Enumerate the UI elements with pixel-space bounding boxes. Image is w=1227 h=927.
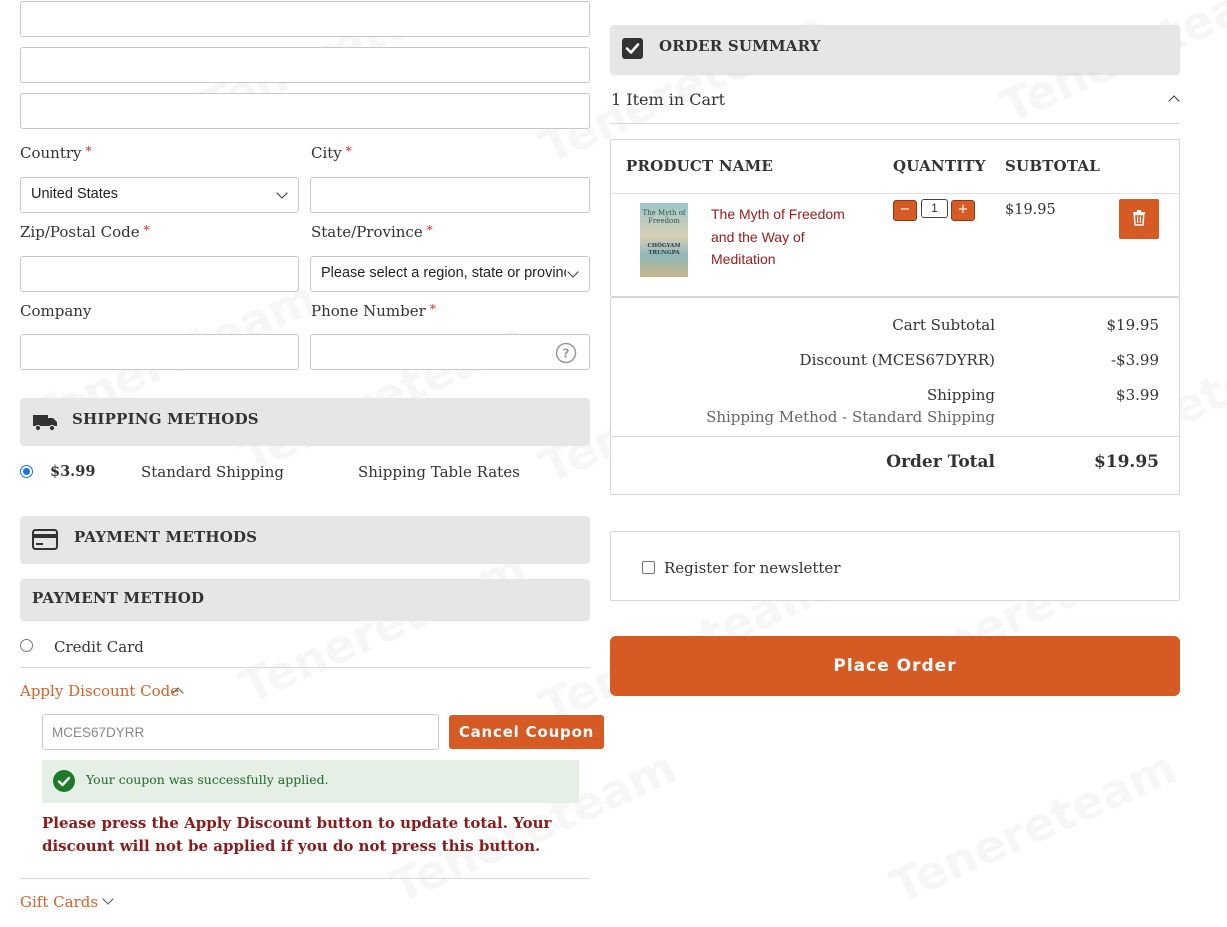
payment-methods-title: PAYMENT METHODS	[74, 528, 258, 546]
discount-code-input[interactable]: MCES67DYRR	[42, 714, 439, 750]
delete-item-button[interactable]	[1119, 199, 1159, 239]
qty-increase-button[interactable]: +	[951, 200, 975, 221]
shipping-methods-header: SHIPPING METHODS	[20, 398, 590, 446]
shipping-price: $3.99	[50, 463, 96, 480]
chevron-down-icon	[276, 187, 288, 199]
cart-items-table: PRODUCT NAME QUANTITY SUBTOTAL The Myth …	[610, 139, 1180, 297]
company-input[interactable]	[20, 334, 299, 370]
book-cover-author: CHÖGYAM TRUNGPA	[647, 243, 681, 256]
coupon-success-message: Your coupon was successfully applied.	[42, 760, 579, 803]
payment-methods-header: PAYMENT METHODS	[20, 516, 590, 564]
coupon-success-text: Your coupon was successfully applied.	[86, 772, 329, 787]
shipping-label: Shipping	[927, 386, 995, 404]
city-input[interactable]	[310, 177, 590, 213]
cart-subtotal-value: $19.95	[1106, 316, 1160, 334]
col-quantity: QUANTITY	[893, 157, 986, 175]
book-cover-title: The Myth of Freedom	[642, 209, 686, 225]
shipping-methods-title: SHIPPING METHODS	[72, 410, 259, 428]
qty-decrease-button[interactable]: −	[893, 200, 917, 221]
shipping-method-detail: Shipping Method - Standard Shipping	[706, 408, 995, 426]
qty-input[interactable]: 1	[921, 199, 948, 218]
discount-warning: Please press the Apply Discount button t…	[42, 814, 552, 855]
payment-method-subheader: PAYMENT METHOD	[20, 579, 590, 621]
state-label: State/Province *	[311, 223, 433, 241]
place-order-button[interactable]: Place Order	[610, 636, 1180, 696]
svg-text:?: ?	[563, 347, 570, 361]
newsletter-box: Register for newsletter	[610, 531, 1180, 601]
checkmark-circle-icon	[53, 770, 75, 792]
discount-label: Discount (MCES67DYRR)	[799, 351, 995, 369]
product-thumbnail[interactable]: The Myth of Freedom CHÖGYAM TRUNGPA	[640, 203, 688, 277]
divider	[611, 436, 1179, 437]
divider	[20, 878, 590, 879]
divider	[20, 667, 590, 668]
watermark: Tenereteam	[882, 740, 1184, 914]
zip-input[interactable]	[20, 256, 299, 292]
shipping-radio[interactable]	[20, 465, 33, 478]
newsletter-label: Register for newsletter	[664, 559, 841, 577]
order-summary-title: ORDER SUMMARY	[659, 37, 821, 55]
order-total-label: Order Total	[886, 452, 995, 472]
company-label: Company	[20, 302, 92, 320]
discount-value: -$3.99	[1110, 351, 1159, 369]
street-address-line-1-input[interactable]	[20, 1, 590, 37]
street-address-line-3-input[interactable]	[20, 93, 590, 129]
order-totals: Cart Subtotal $19.95 Discount (MCES67DYR…	[610, 297, 1180, 495]
city-label: City *	[311, 144, 352, 162]
gift-cards-toggle[interactable]: Gift Cards	[20, 893, 98, 911]
zip-label: Zip/Postal Code *	[20, 223, 150, 241]
shipping-value: $3.99	[1116, 386, 1159, 404]
credit-card-radio[interactable]	[20, 639, 33, 652]
payment-method-subtitle: PAYMENT METHOD	[32, 589, 205, 607]
items-in-cart[interactable]: 1 Item in Cart	[611, 90, 725, 109]
chevron-down-icon[interactable]	[102, 893, 114, 905]
order-total-value: $19.95	[1093, 452, 1159, 472]
state-select-value: Please select a region, state or provinc…	[321, 265, 566, 281]
help-icon[interactable]: ?	[555, 342, 577, 364]
street-address-line-2-input[interactable]	[20, 47, 590, 83]
checkbox-checked-icon	[622, 38, 643, 59]
cart-subtotal-label: Cart Subtotal	[892, 316, 995, 334]
order-summary-header: ORDER SUMMARY	[610, 25, 1180, 73]
country-select[interactable]: United States	[20, 177, 299, 213]
shipping-method-name: Standard Shipping	[141, 463, 284, 481]
chevron-down-icon	[567, 266, 579, 278]
phone-input[interactable]: ?	[310, 334, 590, 370]
product-name-link[interactable]: The Myth of Freedom and the Way of Medit…	[711, 203, 851, 271]
credit-card-icon	[32, 529, 58, 550]
cancel-coupon-button[interactable]: Cancel Coupon	[449, 715, 604, 749]
item-subtotal: $19.95	[1005, 202, 1056, 218]
truck-icon	[33, 415, 57, 432]
col-product-name: PRODUCT NAME	[626, 157, 774, 175]
divider	[610, 123, 1180, 124]
watermark: Tenereteam	[232, 540, 534, 714]
country-label: Country *	[20, 144, 92, 162]
credit-card-label: Credit Card	[54, 638, 144, 656]
country-select-value: United States	[31, 186, 119, 202]
state-select[interactable]: Please select a region, state or provinc…	[310, 256, 590, 292]
apply-discount-toggle[interactable]: Apply Discount Code	[20, 682, 179, 700]
col-subtotal: SUBTOTAL	[1005, 157, 1100, 175]
phone-label: Phone Number *	[311, 302, 436, 320]
shipping-carrier: Shipping Table Rates	[358, 463, 520, 481]
chevron-up-icon[interactable]	[1168, 95, 1180, 107]
trash-icon	[1133, 210, 1145, 226]
divider	[611, 193, 1179, 194]
discount-code-value: MCES67DYRR	[52, 725, 145, 740]
newsletter-checkbox[interactable]	[642, 561, 655, 574]
